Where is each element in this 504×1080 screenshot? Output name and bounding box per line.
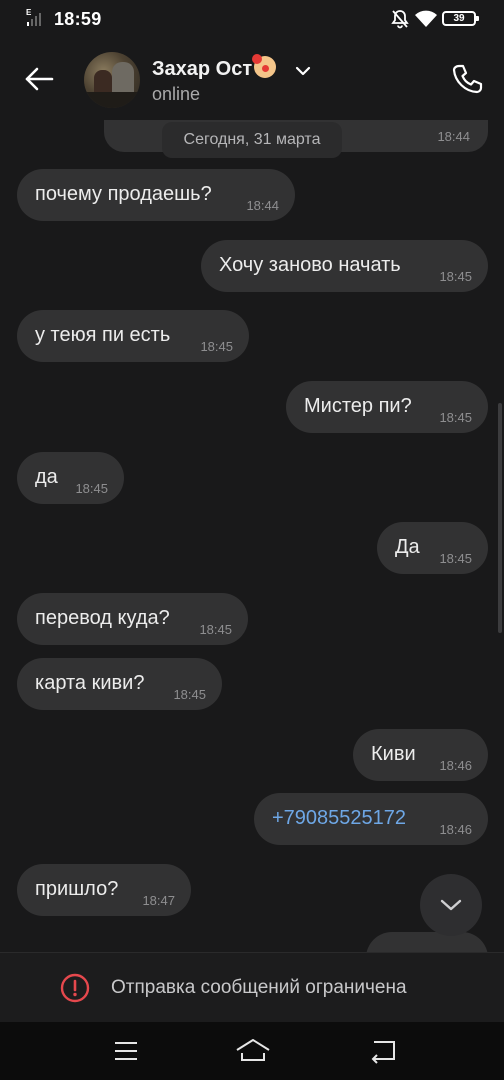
- message-time: 18:45: [173, 687, 206, 702]
- message-text: Мистер пи?: [304, 395, 412, 417]
- message-text: Киви: [371, 743, 416, 765]
- message-time: 18:46: [439, 822, 472, 837]
- message-outgoing[interactable]: Киви 18:46: [353, 729, 488, 781]
- message-time: 18:47: [142, 893, 175, 908]
- exclamation-circle-icon: [60, 973, 90, 1003]
- menu-icon[interactable]: [112, 1038, 140, 1064]
- message-text: почему продаешь?: [35, 183, 212, 205]
- message-outgoing[interactable]: Хочу заново начать 18:45: [201, 240, 488, 292]
- message-outgoing-partial[interactable]: [366, 932, 488, 952]
- message-incoming[interactable]: почему продаешь? 18:44: [17, 169, 295, 221]
- message-text: карта киви?: [35, 672, 145, 694]
- contact-name[interactable]: Захар Ост: [152, 54, 277, 81]
- date-separator: Сегодня, 31 марта: [162, 122, 342, 158]
- message-time: 18:44: [246, 198, 279, 213]
- message-incoming[interactable]: у теюя пи есть 18:45: [17, 310, 249, 362]
- chevron-down-icon[interactable]: [294, 62, 312, 80]
- battery-indicator: 39: [442, 11, 479, 26]
- message-incoming[interactable]: перевод куда? 18:45: [17, 593, 248, 645]
- system-nav-bar: [0, 1022, 504, 1080]
- message-outgoing[interactable]: Мистер пи? 18:45: [286, 381, 488, 433]
- back-icon[interactable]: [368, 1036, 400, 1066]
- chat-screen: E 18:59 39 Захар Ост online 18:44 Сегодн…: [0, 0, 504, 1080]
- contact-name-text: Захар Ост: [152, 58, 253, 80]
- message-text: у теюя пи есть: [35, 324, 171, 346]
- message-time: 18:45: [439, 410, 472, 425]
- message-time: 18:45: [199, 622, 232, 637]
- message-incoming[interactable]: да 18:45: [17, 452, 124, 504]
- bell-off-icon: [391, 10, 409, 29]
- network-type: E: [26, 8, 32, 17]
- message-time: 18:45: [200, 339, 233, 354]
- avatar[interactable]: [84, 52, 140, 108]
- arrow-left-icon[interactable]: [22, 62, 56, 96]
- message-text: да: [35, 466, 58, 488]
- scrollbar[interactable]: [498, 403, 502, 633]
- message-time: 18:44: [437, 129, 470, 144]
- restriction-text: Отправка сообщений ограничена: [111, 977, 407, 998]
- scroll-down-button[interactable]: [420, 874, 482, 936]
- message-incoming[interactable]: пришло? 18:47: [17, 864, 191, 916]
- contact-status: online: [152, 84, 201, 104]
- message-text: Хочу заново начать: [219, 254, 401, 276]
- message-time: 18:45: [75, 481, 108, 496]
- message-text: перевод куда?: [35, 607, 170, 629]
- message-text: пришло?: [35, 878, 119, 900]
- clown-face-icon: [252, 54, 277, 78]
- message-list[interactable]: 18:44 Сегодня, 31 марта почему продаешь?…: [0, 120, 504, 952]
- home-icon[interactable]: [234, 1036, 272, 1066]
- restriction-banner: Отправка сообщений ограничена: [0, 952, 504, 1023]
- message-time: 18:45: [439, 551, 472, 566]
- battery-level: 39: [453, 13, 465, 24]
- message-incoming[interactable]: карта киви? 18:45: [17, 658, 222, 710]
- message-outgoing[interactable]: Да 18:45: [377, 522, 488, 574]
- message-outgoing[interactable]: +79085525172 18:46: [254, 793, 488, 845]
- chevron-down-icon: [440, 899, 462, 911]
- wifi-icon: [415, 10, 437, 27]
- message-text: Да: [395, 536, 420, 558]
- message-time: 18:45: [439, 269, 472, 284]
- status-time: 18:59: [54, 9, 102, 29]
- status-bar: E 18:59 39: [0, 0, 504, 38]
- phone-number-link[interactable]: +79085525172: [272, 807, 406, 830]
- signal-icon: E: [26, 8, 41, 26]
- message-time: 18:46: [439, 758, 472, 773]
- phone-icon[interactable]: [450, 62, 484, 96]
- chat-header: Захар Ост online: [0, 38, 504, 120]
